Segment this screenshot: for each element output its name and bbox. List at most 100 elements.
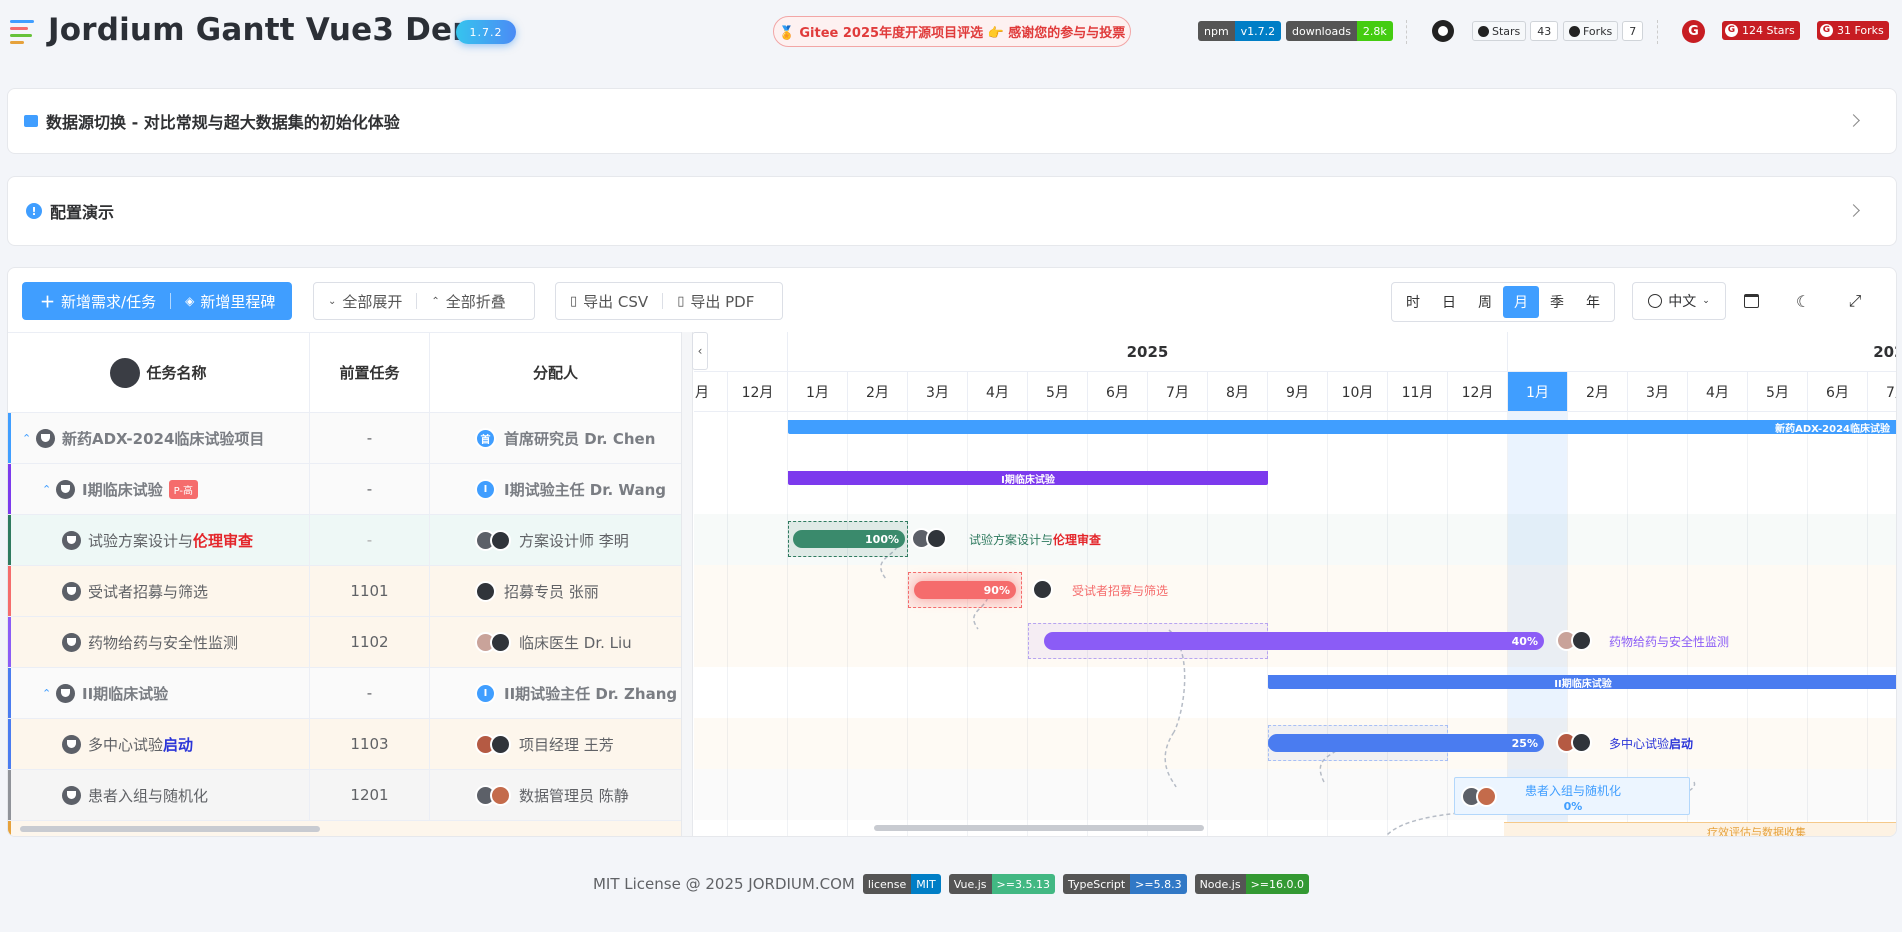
task-label: 受试者招募与筛选 [1072, 584, 1169, 598]
file-icon: ▯ [677, 293, 685, 309]
col-predecessor[interactable]: 前置任务 [310, 333, 430, 412]
add-task-button[interactable]: ＋新增需求/任务 [22, 291, 170, 312]
add-actions-group: ＋新增需求/任务 ◈ 新增里程碑 [22, 282, 292, 320]
milestone-icon: ◈ [185, 294, 195, 308]
caret-up-icon[interactable]: ⌃ [42, 687, 56, 700]
export-pdf-button[interactable]: ▯ 导出 PDF [663, 283, 768, 319]
task-table: 任务名称 前置任务 分配人 ⌃ 新药ADX-2024临床试验项目 - 首首席研究员… [8, 332, 681, 836]
node-badge[interactable]: Node.js >=16.0.0 [1194, 874, 1309, 894]
task-label: 多中心试验启动 [1609, 737, 1694, 751]
add-milestone-button[interactable]: ◈ 新增里程碑 [171, 291, 289, 312]
avatar [1571, 732, 1592, 753]
table-row[interactable]: 药物给药与安全性监测 1102 临床医生 Dr. Liu [8, 617, 681, 668]
typescript-badge[interactable]: TypeScript >=5.8.3 [1062, 874, 1187, 894]
col-assignee[interactable]: 分配人 [430, 333, 681, 412]
task-icon [62, 785, 81, 805]
gitee-icon[interactable]: G [1682, 20, 1705, 43]
phase-bar[interactable]: II期临床试验 [1268, 675, 1896, 690]
downloads-badge[interactable]: downloads 2.8k [1286, 21, 1393, 41]
avatar [490, 784, 511, 806]
avatar [1476, 786, 1497, 807]
table-row[interactable]: 多中心试验 启动 1103 项目经理 王芳 [8, 719, 681, 770]
phase-bar[interactable]: I期临床试验 [788, 471, 1268, 486]
github-mini-icon [1569, 25, 1580, 37]
task-label: 试验方案设计与伦理审查 [969, 533, 1102, 547]
config-panel[interactable]: ! 配置演示 [7, 176, 1897, 246]
avatar [1571, 630, 1592, 651]
gitee-vote-banner[interactable]: 🏅 Gitee 2025年度开源项目评选 👉 感谢您的参与与投票 [773, 16, 1131, 47]
license-badge[interactable]: license MIT [862, 874, 941, 894]
table-row[interactable]: 患者入组与随机化 1201 数据管理员 陈静 [8, 770, 681, 821]
caret-up-icon[interactable]: ⌃ [22, 432, 36, 445]
footer: MIT License @ 2025 JORDIUM.COM license MI… [0, 873, 1902, 895]
box-icon [24, 115, 38, 127]
scale-quarter[interactable]: 季 [1539, 286, 1575, 318]
fullscreen-icon[interactable]: ⤢ [1846, 291, 1864, 310]
task-icon [56, 479, 75, 499]
gitee-mini-icon: G [1820, 24, 1833, 37]
avatar [475, 580, 496, 602]
project-bar[interactable]: 新药ADX-2024临床试验 [788, 420, 1896, 435]
time-scale-switch: 时 日 周 月 季 年 [1391, 282, 1615, 322]
github-stars-button[interactable]: Stars 43 [1472, 21, 1559, 41]
table-row[interactable]: 受试者招募与筛选 1101 招募专员 张丽 [8, 566, 681, 617]
caret-up-icon[interactable]: ⌃ [42, 483, 56, 496]
scale-month[interactable]: 月 [1503, 286, 1539, 318]
avatar [1032, 579, 1053, 600]
chevron-right-icon [1847, 204, 1860, 217]
plus-icon: ＋ [40, 292, 56, 311]
col-task-name[interactable]: 任务名称 [8, 333, 310, 412]
task-bar[interactable]: 疗效评估与数据收集 [1504, 822, 1896, 836]
gitee-stars-badge[interactable]: G 124 Stars [1722, 21, 1800, 40]
export-csv-button[interactable]: ▯ 导出 CSV [556, 283, 662, 319]
scale-week[interactable]: 周 [1467, 286, 1503, 318]
task-label: 药物给药与安全性监测 [1609, 635, 1730, 649]
task-icon [36, 428, 55, 448]
task-bar[interactable]: 90% [914, 581, 1016, 599]
task-icon [62, 734, 81, 754]
avatar: 首 [475, 427, 496, 449]
github-forks-button[interactable]: Forks 7 [1563, 21, 1644, 41]
version-badge: 1.7.2 [456, 20, 516, 44]
gantt-chart: ＋新增需求/任务 ◈ 新增里程碑 ⌄ 全部展开 ⌃ 全部折叠 ▯ 导出 CSV ▯ 导出 … [7, 267, 1897, 837]
chevron-down-icon: ⌄ [1702, 296, 1710, 306]
npm-badge[interactable]: npm v1.7.2 [1198, 21, 1282, 41]
language-select[interactable]: 中文 ⌄ [1632, 282, 1726, 320]
timeline-scrollbar[interactable] [874, 825, 1204, 831]
info-icon: ! [26, 203, 42, 219]
scale-day[interactable]: 日 [1431, 286, 1467, 318]
file-icon: ▯ [570, 293, 578, 309]
github-icon[interactable] [1432, 20, 1454, 42]
table-header: 任务名称 前置任务 分配人 [8, 333, 681, 413]
task-bar[interactable]: 100% [793, 530, 905, 548]
avatar-group [1032, 579, 1053, 600]
moon-icon[interactable]: ☾ [1794, 292, 1812, 311]
task-bar[interactable]: 40% [1044, 632, 1544, 650]
table-scrollbar[interactable] [20, 826, 320, 832]
collapse-all-button[interactable]: ⌃ 全部折叠 [417, 283, 519, 319]
gantt-toolbar: ＋新增需求/任务 ◈ 新增里程碑 ⌄ 全部展开 ⌃ 全部折叠 ▯ 导出 CSV ▯ 导出 … [8, 268, 1896, 332]
divider [1406, 20, 1407, 44]
config-panel-title: 配置演示 [50, 203, 115, 222]
license-text: MIT License @ 2025 JORDIUM.COM [592, 875, 855, 893]
chevron-down-icon: ⌄ [328, 295, 337, 307]
app-header: Jordium Gantt Vue3 Demo 1.7.2 🏅 Gitee 20… [0, 0, 1902, 64]
table-row[interactable]: ⌃ I期临床试验 P-高 - I I期试验主任 Dr. Wang [8, 464, 681, 515]
gitee-forks-badge[interactable]: G 31 Forks [1817, 21, 1889, 40]
vue-badge[interactable]: Vue.js >=3.5.13 [948, 874, 1055, 894]
table-row[interactable]: ⌃ 新药ADX-2024临床试验项目 - 首首席研究员 Dr. Chen [8, 413, 681, 464]
avatar-group [1556, 630, 1592, 651]
calendar-icon[interactable] [1742, 292, 1760, 310]
splitter[interactable] [681, 332, 693, 836]
scale-hour[interactable]: 时 [1395, 286, 1431, 318]
datasource-panel[interactable]: 数据源切换 - 对比常规与超大数据集的初始化体验 [7, 88, 1897, 154]
table-row[interactable]: 试验方案设计与 伦理审查 - 方案设计师 李明 [8, 515, 681, 566]
expand-all-button[interactable]: ⌄ 全部展开 [314, 283, 416, 319]
task-bar[interactable]: 25% [1268, 734, 1544, 752]
table-row[interactable]: ⌃ II期临床试验 - I II期试验主任 Dr. Zhang [8, 668, 681, 719]
chevron-right-icon [1847, 114, 1860, 127]
task-icon [62, 530, 81, 550]
expand-collapse-group: ⌄ 全部展开 ⌃ 全部折叠 [313, 282, 535, 320]
scale-year[interactable]: 年 [1575, 286, 1611, 318]
logo-icon [10, 20, 36, 46]
